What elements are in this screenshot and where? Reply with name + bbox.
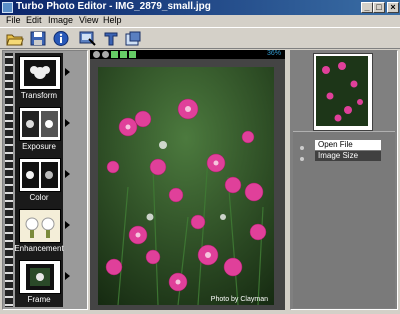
zoom-in-icon[interactable] — [93, 51, 100, 58]
navigator-panel: Open File Image Size — [290, 50, 398, 310]
toolbar — [0, 27, 400, 49]
menu-help[interactable]: Help — [103, 15, 122, 25]
color-icon — [19, 158, 61, 192]
thumbnail-image — [316, 56, 368, 126]
actual-size-icon[interactable] — [120, 51, 127, 58]
tool-transform[interactable]: Transform — [15, 53, 70, 103]
tool-exposure[interactable]: Exposure — [15, 104, 70, 154]
resize-icon[interactable] — [124, 30, 142, 47]
transform-expand-icon[interactable] — [65, 68, 70, 76]
zoom-out-icon[interactable] — [102, 51, 109, 58]
photo-image — [98, 67, 274, 305]
tool-exposure-label: Exposure — [22, 142, 56, 151]
history-item-image-size[interactable]: Image Size — [315, 151, 381, 161]
menu-view[interactable]: View — [79, 15, 98, 25]
enhancement-icon — [19, 209, 61, 243]
history-bullet-icon — [299, 154, 305, 161]
title-bar[interactable]: Turbo Photo Editor - IMG_2879_small.jpg … — [0, 0, 400, 15]
tool-enhancement[interactable]: Enhancement — [14, 206, 70, 256]
navigator-thumbnail[interactable] — [313, 53, 373, 131]
close-button[interactable]: × — [387, 2, 399, 13]
tool-transform-label: Transform — [20, 91, 58, 100]
photo-credit: Photo by Clayman — [210, 296, 268, 303]
history-item-open-file[interactable]: Open File — [315, 140, 381, 150]
info-icon[interactable] — [52, 30, 70, 47]
exposure-icon — [19, 107, 61, 141]
image-canvas[interactable]: Photo by Clayman — [90, 59, 285, 310]
zoom-bar: 36% — [90, 50, 285, 59]
maximize-button[interactable]: □ — [373, 2, 385, 13]
transform-icon — [19, 56, 61, 90]
open-icon[interactable] — [6, 30, 24, 47]
tool-color-label: Color — [29, 193, 49, 202]
app-icon — [2, 2, 13, 13]
tool-frame[interactable]: Frame — [15, 257, 70, 307]
menu-bar: File Edit Image View Help — [0, 15, 400, 27]
tools-panel: Transform Exposure Color Enhancement Fra… — [2, 50, 88, 310]
menu-file[interactable]: File — [6, 15, 21, 25]
screen-icon[interactable] — [78, 30, 96, 47]
minimize-button[interactable]: _ — [361, 2, 373, 13]
save-icon[interactable] — [29, 30, 47, 47]
exposure-expand-icon[interactable] — [65, 119, 70, 127]
tool-enhancement-label: Enhancement — [14, 244, 64, 253]
tool-frame-label: Frame — [27, 295, 51, 304]
photo: Photo by Clayman — [98, 67, 274, 305]
fullscreen-icon[interactable] — [129, 51, 136, 58]
history-panel: Open File Image Size — [293, 131, 395, 308]
window-title: Turbo Photo Editor - IMG_2879_small.jpg — [16, 1, 211, 12]
tool-color[interactable]: Color — [15, 155, 70, 205]
frame-icon — [19, 260, 61, 294]
menu-edit[interactable]: Edit — [26, 15, 42, 25]
color-expand-icon[interactable] — [65, 170, 70, 178]
frame-expand-icon[interactable] — [65, 272, 70, 280]
zoom-percent: 36% — [266, 50, 281, 57]
text-icon[interactable] — [102, 30, 120, 47]
fit-icon[interactable] — [111, 51, 118, 58]
enhancement-expand-icon[interactable] — [65, 221, 70, 229]
menu-image[interactable]: Image — [48, 15, 73, 25]
history-bullet-icon — [299, 143, 305, 150]
